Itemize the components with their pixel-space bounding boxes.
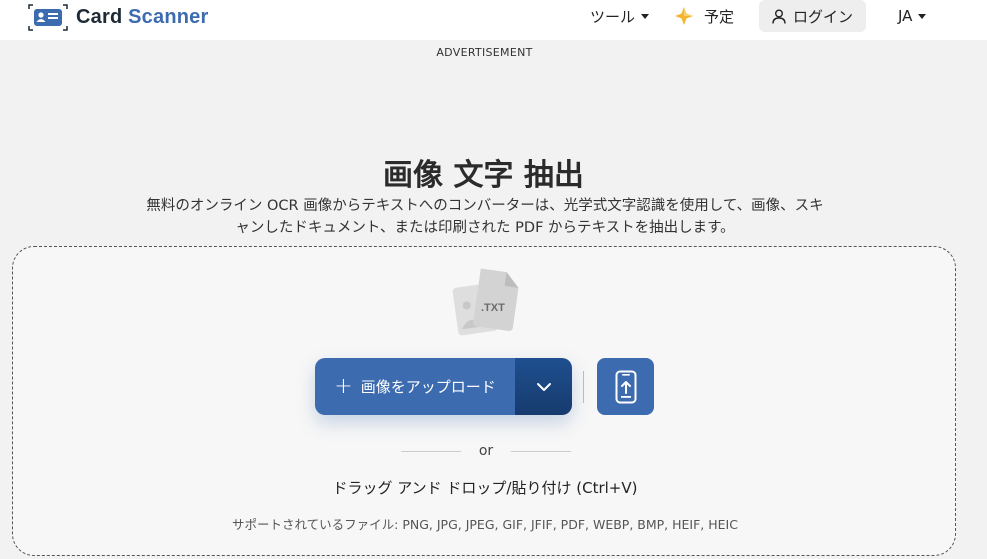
upload-image-button[interactable]: + 画像をアップロード [315,358,515,415]
user-icon [772,9,786,24]
upload-image-label: 画像をアップロード [360,378,496,396]
id-card-icon [28,3,68,31]
or-separator: or [401,441,571,461]
advertisement-label: ADVERTISEMENT [436,46,533,59]
file-tag-text: .TXT [481,302,505,314]
language-label: JA [898,7,913,25]
login-button[interactable]: ログイン [759,0,866,32]
logo-text: Card Scanner [76,6,208,29]
page-subtitle: 無料のオンライン OCR 画像からテキストへのコンバーターは、光学式文字認識を使… [146,198,824,236]
logo-word-scanner: Scanner [128,5,209,28]
chevron-down-icon [536,382,552,392]
upload-dropzone[interactable]: .TXT + 画像をアップロード or ドラッグ アンド ドロップ/貼り付け (… [12,246,956,556]
or-text: or [478,443,494,459]
language-dropdown[interactable]: JA [898,0,927,32]
divider [583,371,584,403]
page-title: 画像 文字 抽出 [383,158,584,193]
nav-plan-link[interactable]: 予定 [674,0,734,32]
plus-icon: + [334,374,353,399]
sparkle-icon [674,6,694,26]
login-label: ログイン [792,7,853,26]
logo[interactable]: Card Scanner [28,3,208,31]
phone-upload-button[interactable] [597,358,654,415]
nav-tools-label: ツール [590,7,636,26]
drag-drop-instruction: ドラッグ アンド ドロップ/貼り付け (Ctrl+V) [332,479,638,497]
or-line-right [511,450,571,452]
phone-upload-icon [615,370,637,404]
upload-button-group: + 画像をアップロード [315,358,572,415]
upload-options-dropdown[interactable] [515,358,572,415]
chevron-down-icon [641,13,650,19]
logo-word-card: Card [76,5,123,28]
supported-formats: サポートされているファイル: PNG, JPG, JPEG, GIF, JFIF… [232,517,738,532]
file-txt-icon: .TXT [447,267,527,337]
or-line-left [401,450,461,452]
nav-tools-dropdown[interactable]: ツール [590,0,650,32]
top-header: Card Scanner ツール 予定 ログイン JA [0,0,987,40]
nav-plan-label: 予定 [704,7,735,26]
chevron-down-icon [918,13,927,19]
